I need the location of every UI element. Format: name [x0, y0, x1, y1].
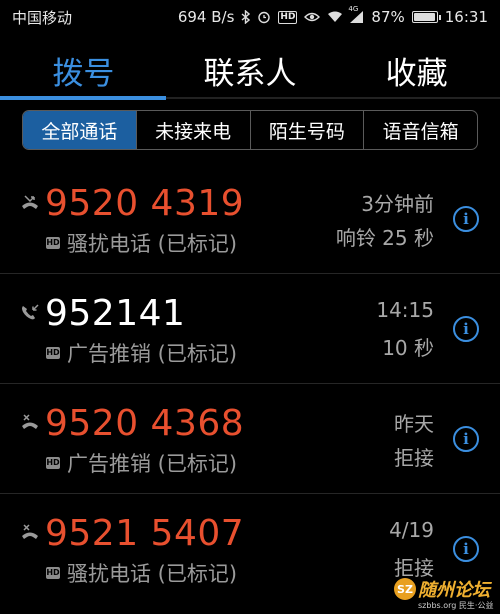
- info-icon[interactable]: i: [453, 206, 479, 232]
- call-number: 952141: [45, 293, 186, 334]
- call-number: 9520 4319: [45, 183, 245, 224]
- tab-contacts[interactable]: 联系人: [167, 40, 334, 100]
- forum-subtitle: szbbs.org 民生·公益: [418, 601, 494, 610]
- call-detail: 响铃 25 秒: [335, 226, 434, 250]
- info-icon[interactable]: i: [453, 426, 479, 452]
- hd-icon: HD: [46, 457, 60, 469]
- info-icon[interactable]: i: [453, 316, 479, 342]
- alarm-icon: [257, 10, 271, 24]
- missed-call-icon: [20, 194, 40, 212]
- incoming-call-icon: [20, 304, 40, 322]
- bluetooth-icon: [241, 10, 251, 24]
- rejected-call-icon: [20, 524, 40, 542]
- call-number: 9521 5407: [45, 513, 245, 554]
- rejected-call-icon: [20, 414, 40, 432]
- net-speed-label: 694 B/s: [177, 8, 235, 26]
- call-log-row[interactable]: 952141 HD 广告推销 (已标记) 14:15 10 秒 i: [0, 274, 500, 384]
- hd-voice-icon: HD: [278, 10, 298, 24]
- call-detail: 10 秒: [382, 336, 434, 360]
- battery-icon: [411, 11, 441, 23]
- call-time: 14:15: [376, 298, 434, 322]
- hd-icon: HD: [46, 237, 60, 249]
- call-detail: 拒接: [394, 446, 434, 470]
- call-time: 昨天: [394, 412, 434, 436]
- call-log-row[interactable]: 9520 4319 HD 骚扰电话 (已标记) 3分钟前 响铃 25 秒 i: [0, 164, 500, 274]
- filter-all-calls[interactable]: 全部通话: [23, 111, 136, 149]
- tab-active-indicator: [0, 96, 166, 100]
- filter-unknown-numbers[interactable]: 陌生号码: [249, 111, 364, 149]
- network-type-label: 4G: [348, 5, 359, 13]
- wifi-icon: [327, 11, 343, 23]
- call-tag: 骚扰电话 (已标记): [67, 232, 238, 256]
- hd-icon: HD: [46, 347, 60, 359]
- clock: 16:31: [444, 8, 488, 26]
- top-tabs: 拨号 联系人 收藏: [0, 40, 500, 100]
- carrier-label: 中国移动: [12, 8, 73, 27]
- call-tag: 广告推销 (已标记): [67, 342, 238, 366]
- tab-dialer[interactable]: 拨号: [0, 40, 167, 100]
- tab-favorites[interactable]: 收藏: [333, 40, 500, 100]
- forum-logo: SZ: [394, 578, 416, 600]
- filter-missed-calls[interactable]: 未接来电: [135, 111, 250, 149]
- filter-voicemail[interactable]: 语音信箱: [363, 111, 477, 149]
- call-filter: 全部通话 未接来电 陌生号码 语音信箱: [22, 110, 478, 150]
- signal-icon: 4G: [348, 5, 364, 23]
- call-tag: 骚扰电话 (已标记): [67, 562, 238, 586]
- forum-title: 随州论坛: [418, 580, 490, 601]
- hd-icon: HD: [46, 567, 60, 579]
- call-log-list: 9520 4319 HD 骚扰电话 (已标记) 3分钟前 响铃 25 秒 i 9…: [0, 164, 500, 603]
- battery-percent: 87%: [371, 8, 405, 26]
- call-tag: 广告推销 (已标记): [67, 452, 238, 476]
- call-time: 4/19: [389, 518, 434, 542]
- call-time: 3分钟前: [361, 192, 434, 216]
- info-icon[interactable]: i: [453, 536, 479, 562]
- call-log-row[interactable]: 9520 4368 HD 广告推销 (已标记) 昨天 拒接 i: [0, 384, 500, 494]
- status-bar: 中国移动 694 B/s HD 4G 87% 16:31: [0, 0, 500, 34]
- eye-icon: [304, 11, 321, 23]
- forum-watermark: SZ 随州论坛 szbbs.org 民生·公益: [394, 576, 496, 612]
- call-number: 9520 4368: [45, 403, 245, 444]
- status-icons: 694 B/s HD 4G 87% 16:31: [177, 5, 488, 26]
